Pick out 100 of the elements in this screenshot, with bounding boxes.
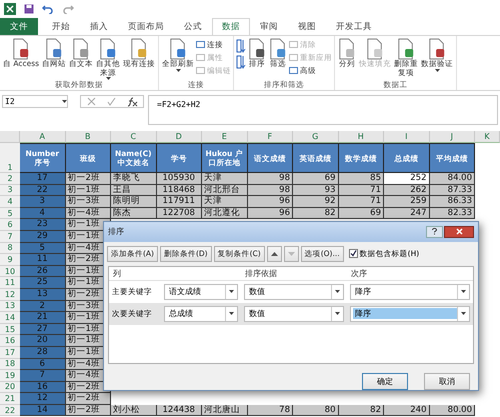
- close-button[interactable]: [444, 226, 474, 238]
- name-box[interactable]: I2: [2, 95, 68, 108]
- table-cell: 27: [20, 324, 66, 336]
- document-icon: [130, 38, 148, 60]
- table-cell: 21: [20, 312, 66, 324]
- row-number[interactable]: 15: [0, 324, 20, 336]
- excel-logo-icon: [4, 3, 16, 15]
- row-number[interactable]: 17: [0, 346, 20, 358]
- down-triangle-icon: [288, 252, 295, 256]
- caret-icon: [461, 290, 466, 294]
- column-header[interactable]: G: [293, 131, 338, 143]
- close-icon: [456, 228, 462, 236]
- move-up-button[interactable]: [266, 246, 282, 262]
- row-number[interactable]: 19: [0, 370, 20, 382]
- row-number[interactable]: 8: [0, 242, 20, 254]
- row-number[interactable]: 12: [0, 288, 20, 301]
- document-icon: [428, 38, 446, 60]
- table-cell: 93: [293, 184, 338, 196]
- function-icon[interactable]: [126, 96, 138, 106]
- row-number[interactable]: 10: [0, 266, 20, 278]
- help-button[interactable]: [426, 226, 443, 238]
- row-number[interactable]: 7: [0, 230, 20, 243]
- row-number[interactable]: 5: [0, 208, 20, 220]
- row-number[interactable]: 21: [0, 393, 20, 405]
- column-header[interactable]: A: [20, 131, 66, 143]
- document-icon: [397, 38, 416, 60]
- table-cell: 69: [293, 173, 338, 185]
- document-icon: [169, 38, 188, 60]
- dropdown[interactable]: 降序: [350, 284, 470, 300]
- dropdown[interactable]: 降序: [350, 306, 470, 322]
- table-cell: 2: [20, 300, 66, 312]
- check-icon[interactable]: [106, 97, 116, 106]
- table-cell: 240: [384, 404, 430, 416]
- table-cell: 陈明明: [111, 196, 156, 208]
- caret-icon: [229, 312, 234, 316]
- sort-ascending-icon[interactable]: [236, 39, 246, 53]
- table-cell: 82: [293, 208, 338, 220]
- table-cell: 71: [338, 196, 384, 208]
- row-number[interactable]: 22: [0, 404, 20, 416]
- column-header[interactable]: C: [111, 131, 156, 143]
- undo-icon[interactable]: [42, 4, 54, 14]
- table-cell: 11: [20, 254, 66, 266]
- table-cell: 86.33: [430, 196, 475, 208]
- sort-descending-icon[interactable]: [236, 55, 246, 69]
- table-cell: 13: [20, 288, 66, 301]
- dialog-button[interactable]: 确定: [362, 373, 408, 390]
- column-header[interactable]: I: [384, 131, 430, 143]
- table-cell: 80.00: [430, 404, 475, 416]
- dropdown[interactable]: 总成绩: [164, 306, 238, 322]
- table-cell: 262: [384, 184, 430, 196]
- table-cell: 16: [20, 382, 66, 394]
- dropdown[interactable]: 数值: [244, 284, 344, 300]
- table-cell: 14: [20, 404, 66, 416]
- row-number[interactable]: 20: [0, 382, 20, 394]
- column-header[interactable]: B: [66, 131, 111, 143]
- dialog-button[interactable]: 取消: [424, 373, 470, 390]
- checkmark-icon: [350, 250, 357, 258]
- row-number[interactable]: 9: [0, 254, 20, 266]
- row-number[interactable]: 4: [0, 196, 20, 208]
- column-header[interactable]: H: [338, 131, 384, 143]
- help-icon: [432, 228, 437, 236]
- caret-icon: [461, 312, 466, 316]
- table-cell: 20: [20, 335, 66, 347]
- document-icon: [366, 38, 384, 60]
- row-number[interactable]: 16: [0, 335, 20, 347]
- table-cell: 河北唐山: [202, 404, 248, 416]
- column-header[interactable]: K: [475, 131, 500, 143]
- table-cell: 105930: [156, 173, 202, 185]
- table-cell: 刘小松: [111, 404, 156, 416]
- column-header[interactable]: F: [248, 131, 293, 143]
- save-icon[interactable]: [24, 4, 34, 14]
- row-number[interactable]: 11: [0, 277, 20, 289]
- table-cell: 252: [384, 173, 430, 185]
- row-number[interactable]: 18: [0, 358, 20, 370]
- table-cell: 82: [338, 404, 384, 416]
- dialog-title: 排序: [108, 226, 124, 238]
- caret-icon: [229, 290, 234, 294]
- row-number[interactable]: 13: [0, 300, 20, 312]
- document-icon: [12, 38, 30, 60]
- dropdown[interactable]: 语文成绩: [164, 284, 238, 300]
- dropdown[interactable]: 数值: [244, 306, 344, 322]
- row-number[interactable]: 6: [0, 219, 20, 231]
- table-cell: 22: [20, 184, 66, 196]
- table-cell: 初一3班: [66, 196, 111, 208]
- formula-field[interactable]: =F2+G2+H2: [148, 95, 498, 125]
- table-cell: 天津: [202, 196, 248, 208]
- caret-icon: [434, 68, 440, 72]
- column-header[interactable]: E: [202, 131, 248, 143]
- row-number[interactable]: 2: [0, 173, 20, 185]
- row-number[interactable]: 1: [0, 143, 20, 173]
- row-number[interactable]: 3: [0, 184, 20, 196]
- column-header[interactable]: D: [156, 131, 202, 143]
- table-cell: 117911: [156, 196, 202, 208]
- ribbon-tab[interactable]: 数据: [212, 18, 250, 35]
- caret-icon: [335, 290, 340, 294]
- column-header[interactable]: J: [430, 131, 475, 143]
- table-cell: 29: [20, 230, 66, 243]
- table-cell: 3: [20, 196, 66, 208]
- file-tab[interactable]: 文件: [0, 18, 38, 35]
- row-number[interactable]: 14: [0, 312, 20, 324]
